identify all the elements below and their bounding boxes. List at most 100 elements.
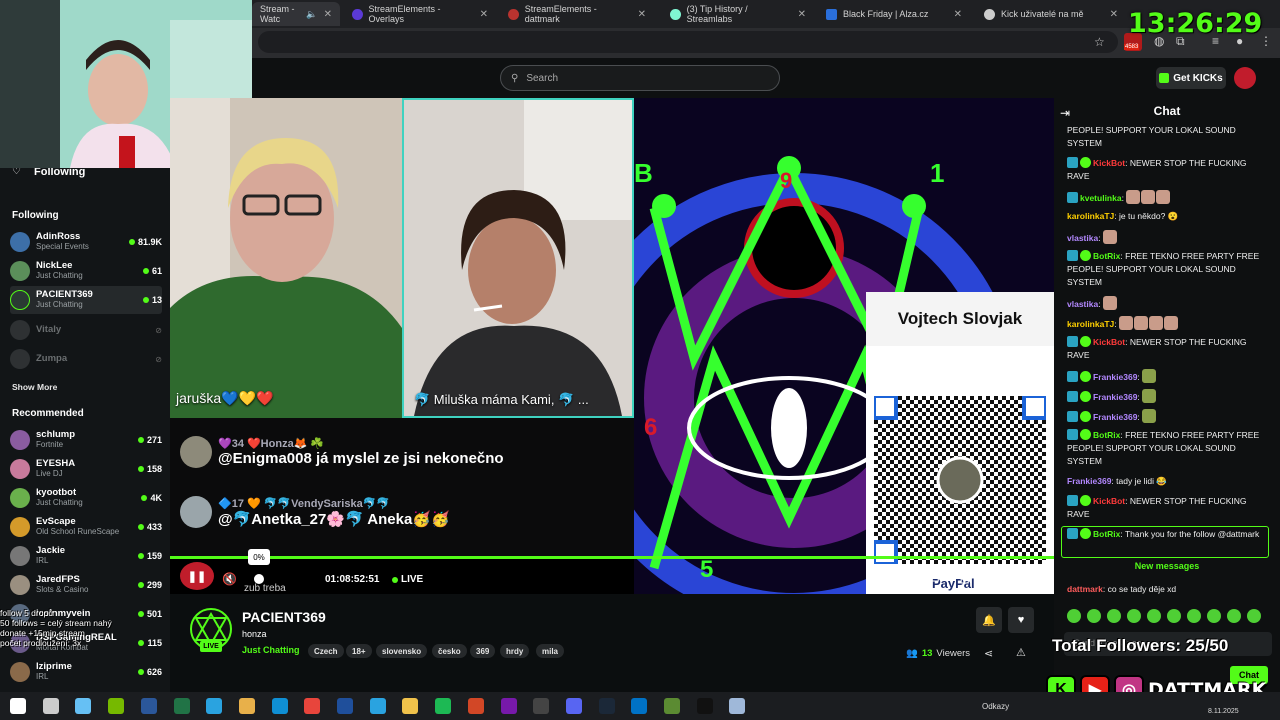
chrome-icon[interactable] — [304, 698, 321, 714]
mute-icon[interactable]: 🔇 — [222, 572, 237, 586]
chat-username[interactable]: KickBot — [1093, 158, 1125, 168]
sidebar-item-pacient369[interactable]: PACIENT369 Just Chatting 13 — [10, 286, 162, 314]
sidebar-item-eyesha[interactable]: EYESHA Live DJ 158 — [10, 455, 162, 483]
pip-icon[interactable]: ◫ — [960, 574, 969, 585]
outlook-icon[interactable] — [631, 698, 648, 714]
tag[interactable]: mila — [536, 644, 565, 658]
chat-username[interactable]: karolinkaTJ — [1067, 319, 1114, 329]
report-icon[interactable]: ⚠ — [1016, 646, 1026, 659]
chat-username[interactable]: BotRix — [1093, 251, 1120, 261]
tab-alza[interactable]: Black Friday | Alza.cz ✕ — [818, 2, 970, 26]
chat-username[interactable]: Frankie369 — [1093, 412, 1137, 422]
settings-gear-icon[interactable]: ⚙ — [1018, 573, 1027, 584]
chat-username[interactable]: Frankie369 — [1093, 372, 1137, 382]
chat-username[interactable]: kvetulinka — [1080, 193, 1122, 203]
onenote-icon[interactable] — [500, 698, 517, 714]
excel-icon[interactable] — [173, 698, 190, 714]
folder-icon[interactable] — [402, 698, 419, 714]
sidebar-item-schlump[interactable]: schlump Fortnite 271 — [10, 426, 162, 454]
share-icon[interactable]: ⋖ — [984, 647, 993, 660]
sidebar-item-kyootbot[interactable]: kyootbot Just Chatting 4K — [10, 484, 162, 512]
chat-username[interactable]: KickBot — [1093, 496, 1125, 506]
emote-icon[interactable] — [1227, 609, 1241, 623]
tag[interactable]: 18+ — [346, 644, 372, 658]
theater-icon[interactable]: ▭ — [930, 574, 939, 585]
tag[interactable]: Czech — [308, 644, 344, 658]
steam-icon[interactable] — [75, 698, 92, 714]
mute-icon[interactable]: 🔈 — [306, 9, 317, 20]
emote-icon[interactable] — [1087, 609, 1101, 623]
start-icon[interactable] — [10, 698, 26, 714]
minecraft-icon[interactable] — [664, 698, 680, 714]
notes-icon[interactable] — [729, 698, 746, 714]
sidebar-item-jackie[interactable]: Jackie IRL 159 — [10, 542, 162, 570]
emote-icon[interactable] — [1247, 609, 1261, 623]
tag[interactable]: 369 — [470, 644, 496, 658]
emote-icon[interactable] — [1127, 609, 1141, 623]
chat-username[interactable]: Frankie369 — [1067, 476, 1111, 486]
obs-icon[interactable] — [533, 698, 550, 714]
user-avatar[interactable] — [1234, 67, 1256, 89]
gpu-icon[interactable] — [108, 698, 125, 714]
screen-icon[interactable] — [337, 698, 353, 714]
url-field[interactable] — [258, 31, 1118, 53]
powerpoint-icon[interactable] — [467, 698, 484, 714]
tag[interactable]: slovensko — [376, 644, 428, 658]
chat-username[interactable]: karolinkaTJ — [1067, 211, 1114, 221]
telegram-icon[interactable] — [206, 698, 223, 714]
sidebar-item-zumpa[interactable]: Zumpa ⊘ — [10, 345, 162, 373]
paint-icon[interactable] — [238, 698, 255, 714]
chat-username[interactable]: BotRix — [1093, 430, 1120, 440]
emote-icon[interactable] — [1067, 609, 1081, 623]
sidebar-item-lziprime[interactable]: lziprime IRL 626 — [10, 658, 162, 686]
tab-kick-users[interactable]: Kick uživatelé na mě ✕ — [976, 2, 1126, 26]
fullscreen-icon[interactable]: ⛶ — [990, 574, 997, 585]
chat-username[interactable]: Frankie369 — [1093, 392, 1137, 402]
chat-username[interactable]: BotRix — [1093, 529, 1120, 539]
close-icon[interactable]: ✕ — [798, 9, 806, 20]
clip-icon[interactable]: ▣ — [902, 574, 911, 585]
sidebar-item-evscape[interactable]: EvScape Old School RuneScape 433 — [10, 513, 162, 541]
tiktok-icon[interactable] — [696, 698, 713, 714]
follow-button[interactable]: ♥ — [1008, 607, 1034, 633]
discord-icon[interactable] — [565, 698, 582, 714]
sidebar-item-nicklee[interactable]: NickLee Just Chatting 61 — [10, 257, 162, 285]
emote-icon[interactable] — [1207, 609, 1221, 623]
sidebar-item-vitaly[interactable]: Vitaly ⊘ — [10, 316, 162, 344]
sidebar-item-adinross[interactable]: AdinRoss Special Events 81.9K — [10, 228, 162, 256]
steam2-icon[interactable] — [598, 698, 615, 714]
search-input[interactable]: ⚲ Search — [500, 65, 780, 91]
stream-category[interactable]: Just Chatting — [242, 645, 300, 655]
emote-icon[interactable] — [1107, 609, 1121, 623]
tab-stream[interactable]: Stream - Watc 🔈 ✕ — [252, 2, 340, 26]
taskbar-links[interactable]: Odkazy — [982, 702, 1009, 711]
close-icon[interactable]: ✕ — [954, 9, 962, 20]
show-more-link[interactable]: Show More — [12, 382, 57, 392]
sidebar-item-jaredfps[interactable]: JaredFPS Slots & Casino 299 — [10, 571, 162, 599]
tag[interactable]: hrdy — [500, 644, 530, 658]
edge-icon[interactable] — [271, 698, 288, 714]
chat-username[interactable]: dattmark — [1067, 584, 1103, 594]
close-icon[interactable]: ✕ — [638, 9, 646, 20]
close-icon[interactable]: ✕ — [324, 9, 332, 20]
tag[interactable]: česko — [432, 644, 467, 658]
bookmark-star-icon[interactable]: ☆ — [1094, 35, 1105, 49]
word-icon[interactable] — [140, 698, 157, 714]
chat-username[interactable]: vlastika — [1067, 233, 1098, 243]
telegram2-icon[interactable] — [369, 698, 386, 714]
emote-icon[interactable] — [1147, 609, 1161, 623]
close-icon[interactable]: ✕ — [1110, 9, 1118, 20]
emote-icon[interactable] — [1167, 609, 1181, 623]
pause-button[interactable]: ❚❚ — [180, 562, 214, 590]
channel-name[interactable]: PACIENT369 — [242, 609, 326, 625]
get-kicks-button[interactable]: Get KICKs — [1156, 67, 1226, 89]
notification-bell-button[interactable]: 🔔 — [976, 607, 1002, 633]
taskview-icon[interactable] — [42, 698, 59, 714]
chat-username[interactable]: KickBot — [1093, 337, 1125, 347]
tab-streamlabs[interactable]: (3) Tip History / Streamlabs ✕ — [662, 2, 814, 26]
close-icon[interactable]: ✕ — [480, 9, 488, 20]
new-messages-divider[interactable]: New messages — [1054, 561, 1280, 571]
spotify-icon[interactable] — [435, 698, 452, 714]
chat-username[interactable]: vlastika — [1067, 299, 1098, 309]
tab-streamelements-overlays[interactable]: StreamElements - Overlays ✕ — [344, 2, 496, 26]
